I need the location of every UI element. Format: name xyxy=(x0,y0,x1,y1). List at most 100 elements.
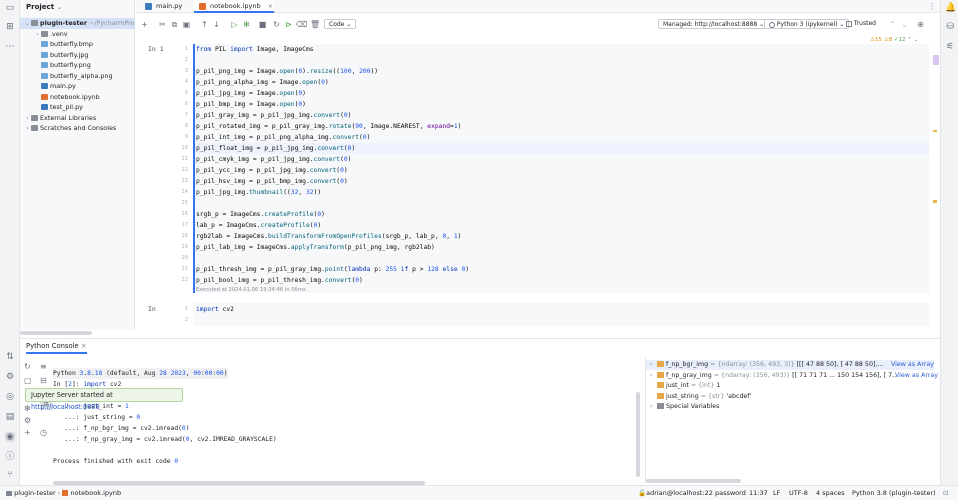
tree-item[interactable]: main.py xyxy=(20,81,135,92)
stop-icon[interactable]: ▢ xyxy=(24,376,32,385)
notifications-icon[interactable]: 🔔 xyxy=(945,3,956,13)
python-console-tab[interactable]: Python Console × xyxy=(26,342,87,354)
code-line[interactable]: p_pil_cmyk_img = p_pil_jpg_img.convert(0… xyxy=(196,154,351,165)
copy-icon[interactable]: ⧉ xyxy=(170,20,179,29)
rerun-icon[interactable]: ↻ xyxy=(24,362,31,371)
history-icon[interactable]: ⊟ xyxy=(40,376,47,385)
restart-kernel-icon[interactable]: ↻ xyxy=(272,20,281,29)
remote-host[interactable]: 🔒adrian@localhost:22 password xyxy=(638,489,746,497)
code-line[interactable]: import cv2 xyxy=(196,304,234,315)
terminal-icon[interactable]: ▤ xyxy=(5,412,15,422)
tree-item[interactable]: › Scratches and Consoles xyxy=(20,123,135,134)
readonly-icon[interactable]: ⊡ xyxy=(943,489,948,497)
chevron-right-icon[interactable]: › xyxy=(650,360,657,370)
code-line[interactable]: from PIL import Image, ImageCms xyxy=(196,44,314,55)
code-line[interactable]: lab_p = ImageCms.createProfile(0) xyxy=(196,220,321,231)
code-line[interactable]: p_pil_gray_img = p_pil_jpg_img.convert(0… xyxy=(196,110,351,121)
code-line[interactable]: p_pil_rotated_img = p_pil_gray_img.rotat… xyxy=(196,121,461,132)
code-line[interactable]: srgb_p = ImageCms.createProfile(0) xyxy=(196,209,325,220)
code-line[interactable]: p_pil_int_img = p_pil_png_alpha_img.conv… xyxy=(196,132,370,143)
code-line[interactable]: p_pil_jpg_img.thumbnail((32, 32)) xyxy=(196,187,321,198)
variable-row[interactable]: just_string = {str} 'abcdef' xyxy=(650,392,938,402)
services-icon[interactable]: ◎ xyxy=(5,392,15,402)
code-line[interactable]: p_pil_float_img = p_pil_jpg_img.convert(… xyxy=(196,143,355,154)
jupyter-server-select[interactable]: Managed: http://localhost:8888 ⌄ xyxy=(658,19,770,29)
breadcrumb-project[interactable]: plugin-tester xyxy=(14,489,56,497)
paste-icon[interactable]: ▣ xyxy=(182,20,191,29)
settings-icon[interactable]: ⚙ xyxy=(24,416,31,425)
breadcrumb-file[interactable]: notebook.ipynb xyxy=(71,489,122,497)
add-cell-icon[interactable]: + xyxy=(140,20,149,29)
pull-requests-icon[interactable]: ⇅ xyxy=(5,352,15,362)
variable-row[interactable]: › f_np_bgr_img = {ndarray: (356, 493, 3)}… xyxy=(646,360,934,370)
delete-cell-icon[interactable]: 🗑 xyxy=(310,20,320,29)
project-panel-title[interactable]: Project ⌄ xyxy=(26,3,62,11)
variable-row[interactable]: › f_np_gray_img = {ndarray: (356, 493)} [… xyxy=(650,371,938,381)
code-line[interactable]: p_pil_thresh_img = p_pil_gray_img.point(… xyxy=(196,264,469,275)
prev-cell-icon[interactable]: ⌃ xyxy=(888,20,897,29)
variable-row[interactable]: › Special Variables xyxy=(650,402,938,412)
trusted-toggle[interactable]: Trusted xyxy=(846,20,876,27)
project-scrollbar[interactable] xyxy=(20,331,92,335)
console-scrollbar[interactable] xyxy=(636,392,640,477)
cut-icon[interactable]: ✂ xyxy=(158,20,167,29)
code-line[interactable]: p_pil_png_alpha_img = Image.open(0) xyxy=(196,77,329,88)
move-up-icon[interactable]: ↑ xyxy=(200,20,209,29)
soft-wrap-icon[interactable]: ≡ xyxy=(40,362,47,371)
interrupt-icon[interactable]: ■ xyxy=(258,20,267,29)
tree-item[interactable]: butterfly.png xyxy=(20,60,135,71)
git-icon[interactable]: ⑂ xyxy=(5,470,15,480)
variables-scrollbar[interactable] xyxy=(646,479,741,483)
tree-item[interactable]: butterfly.bmp xyxy=(20,39,135,50)
project-tool-icon[interactable]: ▭ xyxy=(5,3,15,13)
close-tab-icon[interactable]: × xyxy=(268,2,273,10)
variable-row[interactable]: just_int = {int} 1 xyxy=(650,381,938,391)
tab-notebook-ipynb[interactable]: notebook.ipynb × xyxy=(194,0,274,13)
code-line[interactable]: rgb2lab = ImageCms.buildTransformFromOpe… xyxy=(196,231,461,242)
indent-setting[interactable]: 4 spaces xyxy=(816,489,845,497)
python-console-icon[interactable]: ◉ xyxy=(5,432,15,442)
more-tools-icon[interactable]: ⋯ xyxy=(5,42,15,52)
run-all-icon[interactable]: ⊳ xyxy=(284,20,293,29)
tree-item[interactable]: test_pil.py xyxy=(20,102,135,113)
problems-icon[interactable]: ⓘ xyxy=(5,452,15,462)
tree-item[interactable]: butterfly.jpg xyxy=(20,50,135,61)
tab-main-py[interactable]: main.py xyxy=(140,0,192,13)
inspections-widget[interactable]: ⚠15 ⚠8 ✓12 ⌃ ⌄ xyxy=(870,37,918,43)
code-line[interactable]: p_pil_bmp_img = Image.open(0) xyxy=(196,99,306,110)
file-encoding[interactable]: UTF-8 xyxy=(789,489,808,497)
tab-options-icon[interactable]: ⋮ xyxy=(928,2,936,11)
tree-item[interactable]: › .venv xyxy=(20,29,135,40)
chevron-right-icon[interactable]: › xyxy=(24,124,31,135)
code-line[interactable]: p_pil_bool_img = p_pil_thresh_img.conver… xyxy=(196,275,363,286)
line-separator[interactable]: LF xyxy=(773,489,780,497)
view-as-array-link[interactable]: View as Array xyxy=(891,360,934,370)
clear-outputs-icon[interactable]: ⌫ xyxy=(296,20,307,29)
code-line[interactable]: p_pil_hsv_img = p_pil_bmp_img.convert(0) xyxy=(196,176,348,187)
tree-item[interactable]: ⌄ plugin-tester ~/PycharmPro xyxy=(20,18,135,29)
python-packages-icon[interactable]: ⚙ xyxy=(5,372,15,382)
tree-item[interactable]: › External Libraries xyxy=(20,113,135,124)
tree-item[interactable]: notebook.ipynb xyxy=(20,92,135,103)
chevron-right-icon[interactable]: › xyxy=(650,402,657,412)
view-as-array-link[interactable]: View as Array xyxy=(895,371,938,381)
structure-tool-icon[interactable]: ⊞ xyxy=(5,22,15,32)
database-icon[interactable]: ⛁ xyxy=(945,22,955,32)
code-line[interactable]: p_pil_ycc_img = p_pil_jpg_img.convert(0) xyxy=(196,165,348,176)
open-browser-icon[interactable]: ⊕ xyxy=(916,20,925,29)
kernel-select[interactable]: Python 3 (ipykernel) ⌄ xyxy=(764,19,850,29)
next-cell-icon[interactable]: ⌄ xyxy=(900,20,909,29)
caret-position[interactable]: 11:37 xyxy=(749,489,768,497)
python-interpreter[interactable]: Python 3.8 (plugin-tester) xyxy=(852,489,936,497)
debug-cell-icon[interactable]: ✻ xyxy=(242,20,251,29)
trusted-checkbox[interactable] xyxy=(846,20,852,27)
jupyter-variables-icon[interactable]: ⚟ xyxy=(945,42,955,52)
chevron-right-icon[interactable]: › xyxy=(650,371,657,381)
server-link[interactable]: http://localhost:8888 xyxy=(31,403,100,411)
tree-item[interactable]: butterfly_alpha.png xyxy=(20,71,135,82)
run-cell-icon[interactable]: ▷ xyxy=(230,20,239,29)
code-line[interactable]: p_pil_png_img = Image.open(0).resize((10… xyxy=(196,66,378,77)
clock-icon[interactable]: ◷ xyxy=(40,428,47,437)
cell-type-select[interactable]: Code ⌄ xyxy=(324,19,357,29)
add-console-icon[interactable]: + xyxy=(24,428,31,437)
